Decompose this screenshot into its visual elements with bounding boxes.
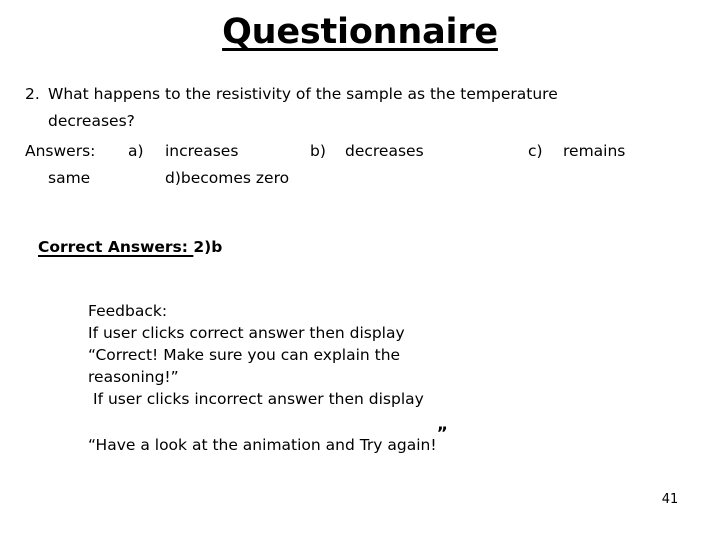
answers-block: Answers: a) increases b) decreases c) re… bbox=[25, 138, 705, 192]
correct-answers-line: Correct Answers: 2)b bbox=[38, 236, 222, 258]
page-title: Questionnaire bbox=[0, 12, 720, 52]
answer-option-b-value[interactable]: decreases bbox=[345, 138, 424, 165]
feedback-heading: Feedback: bbox=[88, 302, 168, 320]
correct-answers-value: 2)b bbox=[193, 238, 223, 256]
slide-canvas: Questionnaire 2. What happens to the resi… bbox=[0, 0, 720, 540]
question-text-line-1: What happens to the resistivity of the s… bbox=[48, 85, 558, 103]
feedback-correct-message-line-2: reasoning!” bbox=[88, 368, 179, 386]
answers-label: Answers: bbox=[25, 142, 96, 160]
page-number: 41 bbox=[661, 492, 679, 507]
feedback-incorrect-message: “Have a look at the animation and Try ag… bbox=[88, 423, 448, 456]
feedback-correct-condition: If user clicks correct answer then displ… bbox=[88, 324, 405, 342]
question-number: 2. bbox=[25, 85, 40, 103]
feedback-block: Feedback: If user clicks correct answer … bbox=[88, 300, 448, 456]
feedback-spacer bbox=[88, 410, 447, 423]
answer-option-c-key[interactable]: c) bbox=[528, 138, 543, 165]
answers-row-1: Answers: a) increases b) decreases c) re… bbox=[25, 138, 705, 165]
answers-row-2: same d)becomes zero bbox=[25, 165, 705, 192]
correct-answers-label: Correct Answers: bbox=[38, 238, 194, 256]
answer-option-a-value[interactable]: increases bbox=[165, 138, 238, 165]
answer-option-d-value[interactable]: d)becomes zero bbox=[165, 165, 289, 192]
feedback-incorrect-message-text: “Have a look at the animation and Try ag… bbox=[88, 436, 437, 454]
answer-option-c-value-continued[interactable]: same bbox=[48, 165, 90, 192]
answer-option-a-key[interactable]: a) bbox=[128, 138, 144, 165]
feedback-correct-message-line-1: “Correct! Make sure you can explain the bbox=[88, 346, 401, 364]
question-text-line-2: decreases? bbox=[48, 112, 135, 130]
feedback-closing-quote: ” bbox=[436, 424, 448, 444]
question-line-1: 2. What happens to the resistivity of the… bbox=[25, 81, 665, 108]
answer-option-c-value[interactable]: remains bbox=[563, 138, 625, 165]
feedback-incorrect-condition: If user clicks incorrect answer then dis… bbox=[93, 390, 424, 408]
answer-option-b-key[interactable]: b) bbox=[310, 138, 326, 165]
question-block: 2. What happens to the resistivity of the… bbox=[25, 81, 665, 135]
page-title-text: Questionnaire bbox=[222, 12, 498, 52]
